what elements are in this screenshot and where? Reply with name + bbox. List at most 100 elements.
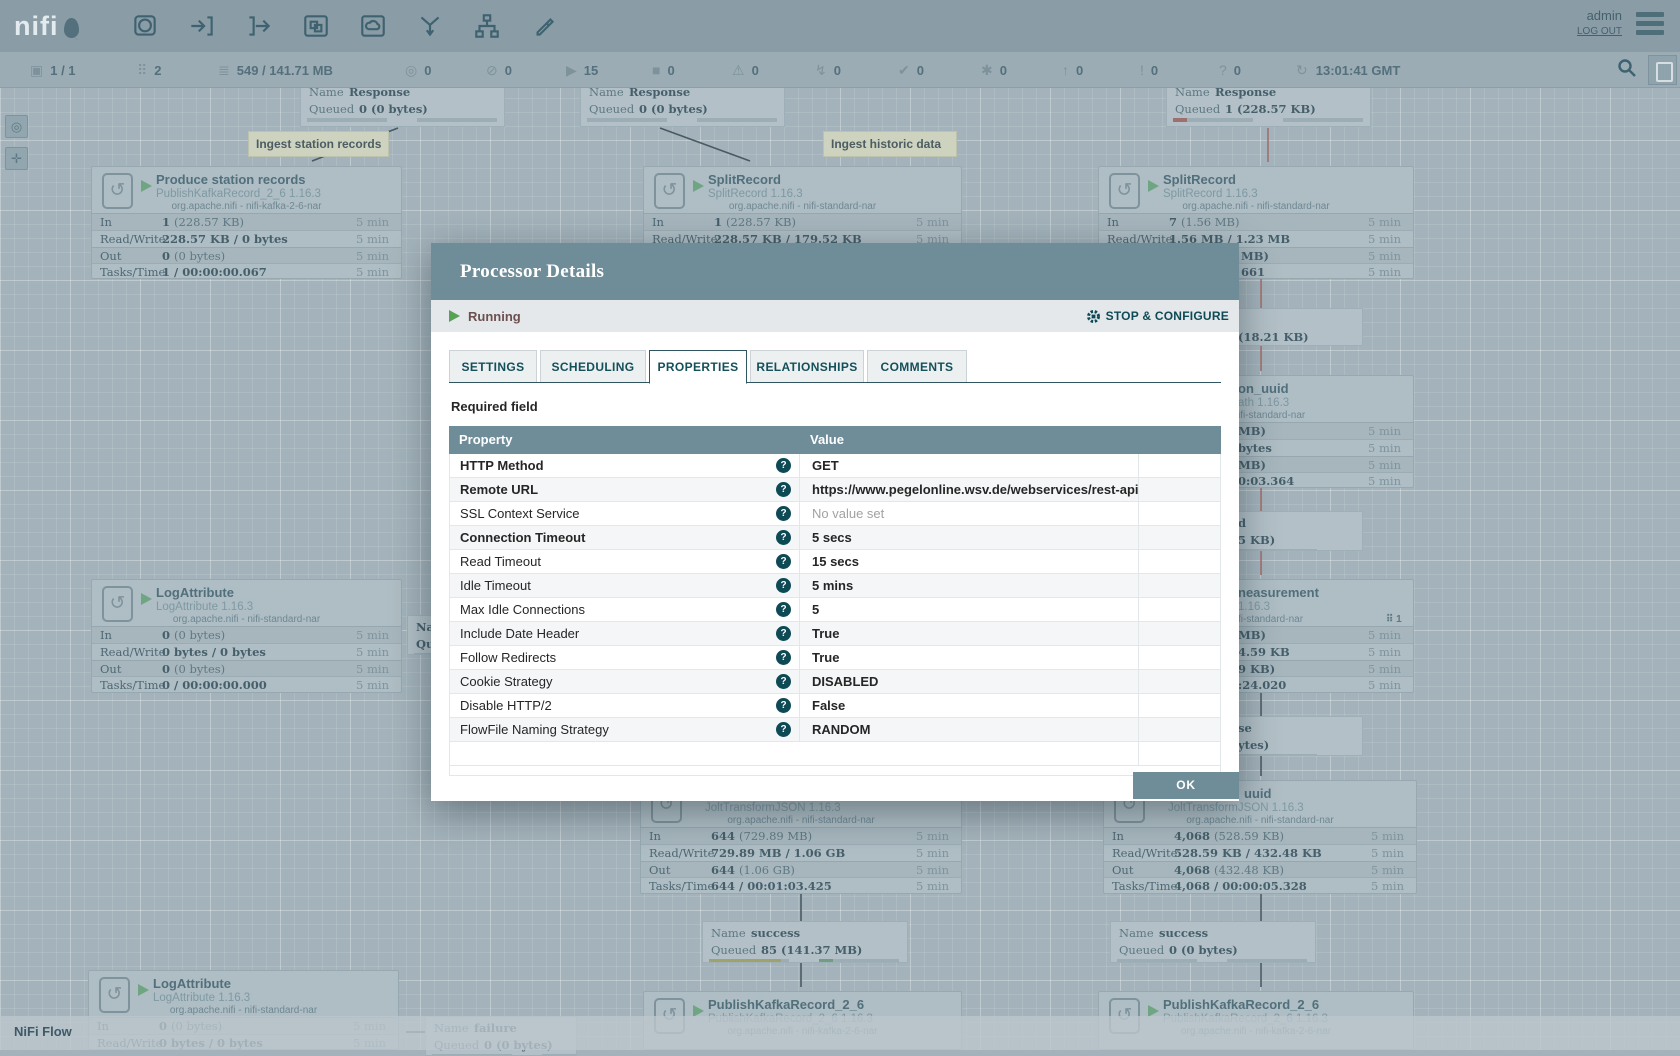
help-icon[interactable]: ? <box>776 722 791 737</box>
stale-count: 0 <box>1076 63 1083 78</box>
help-icon[interactable]: ? <box>776 554 791 569</box>
stat-label: Read/Write <box>100 232 165 246</box>
output-port-toolbar-icon[interactable] <box>242 6 276 46</box>
dialog-status-strip: Running STOP & CONFIGURE <box>431 300 1239 332</box>
help-icon[interactable]: ? <box>776 674 791 689</box>
processor-name: uuid <box>1244 786 1271 801</box>
stat-window: 5 min <box>1368 678 1401 692</box>
status-active-threads: ⠿2 <box>137 52 162 88</box>
process-group-toolbar-icon[interactable] <box>299 6 333 46</box>
funnel-toolbar-icon[interactable] <box>413 6 447 46</box>
stat-window: 5 min <box>356 678 389 692</box>
stat-row: Read/Write228.57 KB / 0 bytes5 min <box>92 230 401 247</box>
stat-value: MB) <box>1238 458 1266 472</box>
stat-window: 5 min <box>356 249 389 263</box>
connection-success-1[interactable]: NamesuccessQueued85 (141.37 MB) <box>702 921 908 963</box>
active-threads-icon: ⠿ <box>137 62 147 79</box>
stat-row: Tasks/Time4,068 / 00:00:05.3285 min <box>1104 877 1416 894</box>
help-icon[interactable]: ? <box>776 482 791 497</box>
stat-value: 7 (1.56 MB) <box>1169 215 1239 229</box>
property-table-header: Property Value <box>449 426 1221 454</box>
nifi-logo-text: nifi <box>14 8 59 44</box>
active-threads-count: 2 <box>154 63 161 78</box>
property-name: Disable HTTP/2 <box>450 694 799 717</box>
running-icon <box>141 593 152 605</box>
processor-log-attribute-mid[interactable]: ↺LogAttributeLogAttribute 1.16.3org.apac… <box>91 579 402 693</box>
input-port-toolbar-icon[interactable] <box>185 6 219 46</box>
help-icon[interactable]: ? <box>776 626 791 641</box>
stat-window: 5 min <box>356 215 389 229</box>
canvas-label-ingest-historic[interactable]: Ingest historic data <box>823 131 957 157</box>
help-icon[interactable]: ? <box>776 698 791 713</box>
processor-type: SplitRecord 1.16.3 <box>1163 188 1258 200</box>
invalid-icon: ⚠ <box>732 62 745 79</box>
help-icon[interactable]: ? <box>776 530 791 545</box>
global-menu-icon[interactable] <box>1636 12 1664 39</box>
name-fragment: d <box>1238 516 1246 530</box>
help-icon[interactable]: ? <box>776 650 791 665</box>
stat-window: 5 min <box>1368 441 1401 455</box>
stop-and-configure-button[interactable]: STOP & CONFIGURE <box>1086 309 1229 324</box>
disabled-icon: ↯ <box>815 62 827 79</box>
stat-row: Tasks/Time1 / 00:00:00.0675 min <box>92 263 401 280</box>
queued-count: 0 (0 bytes) <box>1169 943 1238 957</box>
status-stopped: ■0 <box>652 52 675 88</box>
help-icon[interactable]: ? <box>776 578 791 593</box>
cluster-count: 1 / 1 <box>50 63 75 78</box>
tab-relationships[interactable]: RELATIONSHIPS <box>750 350 864 382</box>
property-name: Include Date Header <box>450 622 799 645</box>
gear-icon <box>1086 309 1101 324</box>
connection-success-2[interactable]: NamesuccessQueued0 (0 bytes) <box>1110 921 1316 963</box>
connection-name: success <box>751 926 800 940</box>
queued-word: Queued <box>309 102 354 116</box>
processor-bundle: org.apache.nifi - nifi-standard-nar <box>92 614 401 625</box>
stat-window: 5 min <box>1368 474 1401 488</box>
tab-comments[interactable]: COMMENTS <box>867 350 967 382</box>
ok-button[interactable]: OK <box>1133 772 1239 799</box>
help-icon[interactable]: ? <box>776 506 791 521</box>
help-icon[interactable]: ? <box>776 458 791 473</box>
processor-toolbar-icon[interactable] <box>128 6 162 46</box>
dialog-tabs: SETTINGSSCHEDULINGPROPERTIESRELATIONSHIP… <box>449 350 1221 383</box>
stat-label: Tasks/Time <box>100 678 165 692</box>
canvas-label-ingest-station[interactable]: Ingest station records <box>248 131 389 157</box>
label-toolbar-icon[interactable] <box>527 6 561 46</box>
tab-scheduling[interactable]: SCHEDULING <box>540 350 646 382</box>
tab-settings[interactable]: SETTINGS <box>449 350 537 382</box>
tab-properties[interactable]: PROPERTIES <box>649 350 747 384</box>
property-row: Disable HTTP/2?False <box>450 694 1220 718</box>
processor-produce-station-records[interactable]: ↺Produce station recordsPublishKafkaReco… <box>91 166 402 279</box>
stat-window: 5 min <box>1371 846 1404 860</box>
stat-value: 644 (1.06 GB) <box>711 863 795 877</box>
processor-name: PublishKafkaRecord_2_6 <box>708 997 864 1012</box>
stat-row: Read/Write729.89 MB / 1.06 GB5 min <box>641 844 961 861</box>
logout-link[interactable]: LOG OUT <box>1577 26 1622 37</box>
navigate-palette-button[interactable]: ◎ <box>5 115 28 138</box>
operate-palette-button[interactable]: ✛ <box>5 147 28 170</box>
stat-window: 5 min <box>1368 265 1401 279</box>
queued-word: Queued <box>711 943 756 957</box>
stat-window: 5 min <box>916 863 949 877</box>
current-user: admin <box>1577 8 1622 23</box>
refresh-icon[interactable]: ↻ <box>1296 62 1308 79</box>
property-row: Include Date Header?True <box>450 622 1220 646</box>
breadcrumb[interactable]: NiFi Flow <box>14 1024 72 1039</box>
status-running: ▶15 <box>566 52 598 88</box>
processor-type: SplitRecord 1.16.3 <box>708 188 803 200</box>
stale-icon: ↑ <box>1062 62 1069 78</box>
bulletin-panel-toggle[interactable] <box>1648 55 1677 85</box>
connection-line[interactable] <box>660 128 750 161</box>
property-name: Follow Redirects <box>450 646 799 669</box>
template-toolbar-icon[interactable] <box>470 6 504 46</box>
stat-window: 5 min <box>356 232 389 246</box>
search-button[interactable] <box>1616 57 1642 83</box>
size-progress-track <box>697 118 777 122</box>
stat-value: 4,068 (528.59 KB) <box>1174 829 1284 843</box>
stopped-icon: ■ <box>652 62 660 78</box>
processor-bundle: ifi-standard-nar <box>1238 410 1305 421</box>
remote-process-group-toolbar-icon[interactable] <box>356 6 390 46</box>
help-icon[interactable]: ? <box>776 602 791 617</box>
stat-label: Tasks/Time <box>100 265 165 279</box>
processor-name: Produce station records <box>156 172 306 187</box>
count-progress-track <box>709 959 789 963</box>
